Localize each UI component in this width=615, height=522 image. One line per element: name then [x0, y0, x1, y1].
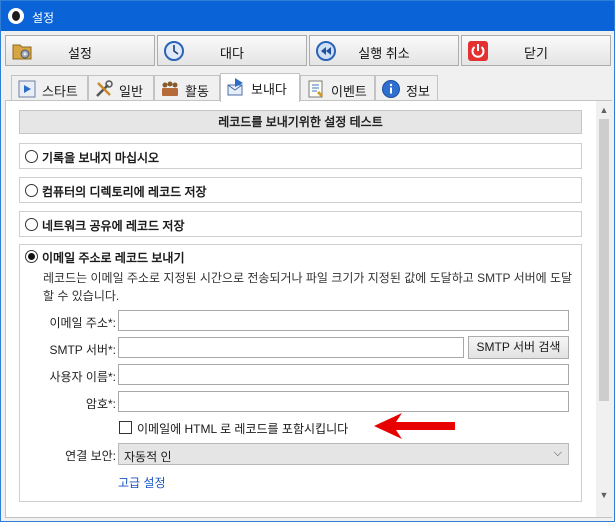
smtp-server-input[interactable]: [118, 337, 464, 358]
close-button[interactable]: 닫기: [461, 35, 611, 66]
undo-button[interactable]: 실행 취소: [309, 35, 459, 66]
email-description: 레코드는 이메일 주소로 지정된 시간으로 전송되거나 파일 크기가 지정된 값…: [43, 271, 573, 303]
username-input[interactable]: [118, 364, 569, 385]
password-label: 암호*:: [85, 397, 116, 411]
red-arrow-icon: [374, 413, 455, 439]
chevron-down-icon: ⌵: [553, 447, 562, 459]
activity-icon: [162, 81, 178, 96]
scroll-thumb[interactable]: [599, 119, 609, 401]
tab-activity-label: 활동: [185, 84, 209, 99]
event-icon: [308, 80, 323, 98]
play-icon: [18, 80, 36, 98]
connection-security-label: 연결 보안:: [65, 449, 116, 463]
app-icon: [8, 8, 24, 24]
scroll-down-icon[interactable]: ▼: [596, 487, 612, 503]
settings-button-label: 설정: [68, 46, 92, 61]
tab-send-label: 보내다: [251, 82, 287, 97]
radio-send-email[interactable]: [25, 250, 38, 263]
close-button-label: 닫기: [524, 46, 548, 61]
toolbar: 설정 대다 실행 취소 닫기: [5, 35, 611, 67]
tab-events[interactable]: 이벤트: [300, 75, 375, 101]
password-input[interactable]: [118, 391, 569, 412]
info-icon: [382, 80, 400, 98]
tab-activity[interactable]: 활동: [154, 75, 220, 101]
connection-security-value: 자동적 인: [124, 450, 172, 464]
settings-window: 설정 설정 대다 실행 취소 닫기 스타트 일반 활동 보내다 이벤트 정보 레…: [0, 0, 615, 522]
radio-network-share[interactable]: [25, 218, 38, 231]
tab-start-label: 스타트: [42, 84, 78, 99]
smtp-server-label: SMTP 서버*:: [49, 343, 116, 357]
tab-info-label: 정보: [406, 84, 430, 99]
undo-button-label: 실행 취소: [358, 46, 410, 61]
username-label: 사용자 이름*:: [49, 370, 116, 384]
option-network-share[interactable]: 네트워크 공유에 레코드 저장: [19, 211, 582, 237]
tab-general-label: 일반: [119, 84, 143, 99]
tab-strip: 스타트 일반 활동 보내다 이벤트 정보: [5, 73, 611, 102]
tab-events-label: 이벤트: [331, 84, 367, 99]
section-header: 레코드를 보내기위한 설정 테스트: [19, 110, 582, 134]
option-save-directory-label: 컴퓨터의 디렉토리에 레코드 저장: [42, 185, 207, 199]
vertical-scrollbar[interactable]: ▲ ▼: [596, 101, 612, 517]
tab-start[interactable]: 스타트: [11, 75, 88, 101]
settings-button[interactable]: 설정: [5, 35, 155, 66]
email-address-label: 이메일 주소*:: [49, 316, 116, 330]
radio-save-directory[interactable]: [25, 184, 38, 197]
wait-button[interactable]: 대다: [157, 35, 307, 66]
wait-button-label: 대다: [220, 46, 244, 61]
option-network-share-label: 네트워크 공유에 레코드 저장: [42, 219, 185, 233]
html-records-checkbox[interactable]: [119, 421, 132, 434]
scroll-up-icon[interactable]: ▲: [596, 102, 612, 118]
html-records-label: 이메일에 HTML 로 레코드를 포함시킵니다: [137, 422, 349, 436]
option-do-not-send[interactable]: 기록을 보내지 마십시오: [19, 143, 582, 169]
tab-general[interactable]: 일반: [88, 75, 154, 101]
option-do-not-send-label: 기록을 보내지 마십시오: [42, 151, 160, 165]
send-settings-panel: 레코드를 보내기위한 설정 테스트 기록을 보내지 마십시오 컴퓨터의 디렉토리…: [5, 100, 612, 518]
option-save-directory[interactable]: 컴퓨터의 디렉토리에 레코드 저장: [19, 177, 582, 203]
connection-security-select[interactable]: 자동적 인 ⌵: [118, 443, 569, 465]
email-address-input[interactable]: [118, 310, 569, 331]
option-send-email-label: 이메일 주소로 레코드 보내기: [42, 251, 185, 265]
email-option-group: 이메일 주소로 레코드 보내기 레코드는 이메일 주소로 지정된 시간으로 전송…: [19, 244, 582, 502]
smtp-search-button[interactable]: SMTP 서버 검색: [468, 336, 569, 359]
send-icon: [227, 78, 243, 96]
tools-icon: [96, 80, 113, 97]
advanced-settings-link[interactable]: 고급 설정: [118, 474, 166, 491]
window-title: 설정: [32, 11, 55, 25]
tab-send[interactable]: 보내다: [220, 73, 300, 102]
radio-do-not-send[interactable]: [25, 150, 38, 163]
title-bar[interactable]: 설정: [1, 1, 614, 31]
tab-info[interactable]: 정보: [375, 75, 438, 101]
